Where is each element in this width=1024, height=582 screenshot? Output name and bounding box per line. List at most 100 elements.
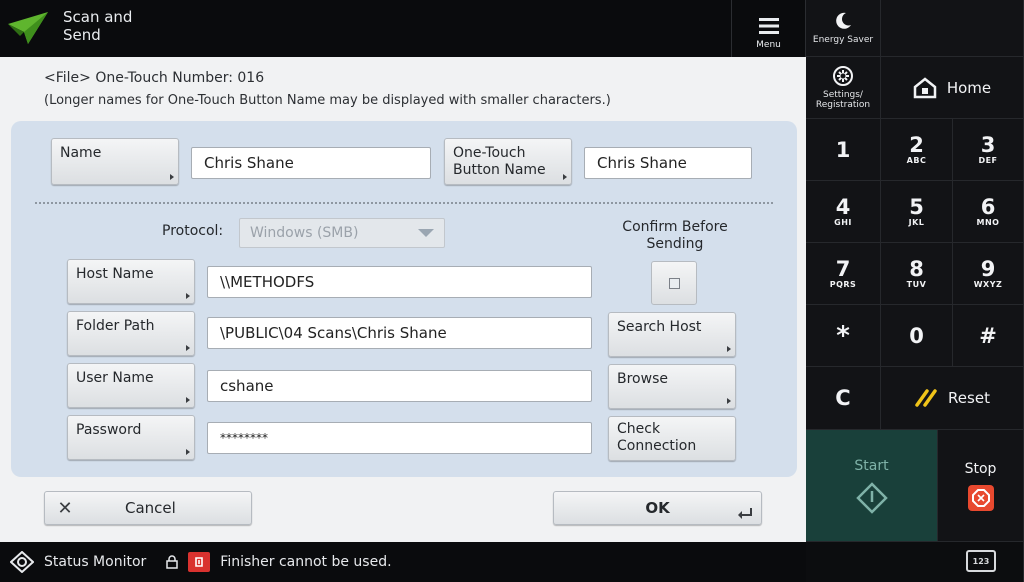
arrow-icon xyxy=(186,397,190,403)
keyboard-icon[interactable]: 123 xyxy=(966,550,996,572)
arrow-icon xyxy=(170,174,174,180)
status-monitor-button[interactable]: Status Monitor xyxy=(10,551,146,573)
key-1[interactable]: 1 xyxy=(806,119,881,181)
key-main: 5 xyxy=(909,195,924,219)
key-sub: GHI xyxy=(834,218,852,227)
confirm-before-sending-checkbox[interactable] xyxy=(651,261,697,305)
status-monitor-icon xyxy=(10,551,34,573)
protocol-label: Protocol: xyxy=(162,223,224,239)
one-touch-number-header: <File> One-Touch Number: 016 xyxy=(44,70,265,86)
home-button[interactable]: Home xyxy=(881,57,1024,119)
search-host-label: Search Host xyxy=(617,319,702,335)
key-main: 1 xyxy=(835,137,851,162)
stop-button[interactable]: Stop xyxy=(938,430,1024,542)
key-main: 2 xyxy=(909,133,924,157)
status-message: Finisher cannot be used. xyxy=(220,554,392,570)
main-area: <File> One-Touch Number: 016 (Longer nam… xyxy=(0,57,806,542)
user-name-field[interactable]: cshane xyxy=(207,370,592,402)
reset-label: Reset xyxy=(948,389,990,407)
energy-saver-label: Energy Saver xyxy=(812,35,874,45)
key-main: 3 xyxy=(980,133,996,157)
reset-button[interactable]: Reset xyxy=(881,367,1024,430)
check-connection-line2: Connection xyxy=(617,438,697,454)
folder-path-button[interactable]: Folder Path xyxy=(67,311,195,356)
arrow-icon xyxy=(563,174,567,180)
gear-icon xyxy=(833,66,853,86)
one-touch-label-line1: One-Touch xyxy=(453,145,526,161)
password-button[interactable]: Password xyxy=(67,415,195,460)
ok-button[interactable]: OK xyxy=(553,491,762,525)
right-panel: Energy Saver Settings/ Registration Home… xyxy=(806,0,1024,582)
key-sub: WXYZ xyxy=(973,280,1003,289)
host-name-field[interactable]: \\METHODFS xyxy=(207,266,592,298)
close-icon: ✕ xyxy=(57,497,73,519)
one-touch-button-name-button[interactable]: One-Touch Button Name xyxy=(444,138,572,185)
password-field[interactable]: ******** xyxy=(207,422,592,454)
start-button[interactable]: Start xyxy=(806,430,938,542)
key-5[interactable]: 5 JKL xyxy=(881,181,953,243)
arrow-icon xyxy=(727,398,731,404)
folder-path-field[interactable]: \PUBLIC\04 Scans\Chris Shane xyxy=(207,317,592,349)
key-sub: PQRS xyxy=(829,280,857,289)
energy-saver-button[interactable]: Energy Saver xyxy=(806,0,881,57)
stop-icon xyxy=(967,484,994,511)
check-connection-button[interactable]: Check Connection xyxy=(608,416,736,461)
protocol-value: Windows (SMB) xyxy=(250,225,359,241)
name-length-note: (Longer names for One-Touch Button Name … xyxy=(44,93,611,108)
home-icon xyxy=(913,76,937,98)
user-name-button[interactable]: User Name xyxy=(67,363,195,408)
key-main: 9 xyxy=(980,257,996,281)
check-connection-line1: Check xyxy=(617,421,661,437)
user-name-label: User Name xyxy=(76,370,154,386)
paper-plane-icon xyxy=(8,12,48,44)
cancel-button[interactable]: ✕ Cancel xyxy=(44,491,252,525)
key-hash[interactable]: # xyxy=(953,305,1024,367)
name-label: Name xyxy=(60,145,102,161)
host-name-button[interactable]: Host Name xyxy=(67,259,195,304)
key-8[interactable]: 8 TUV xyxy=(881,243,953,305)
settings-registration-button[interactable]: Settings/ Registration xyxy=(806,57,881,119)
key-main: # xyxy=(979,323,997,348)
key-main: 0 xyxy=(909,323,924,348)
clear-button[interactable]: C xyxy=(806,367,881,430)
key-4[interactable]: 4 GHI xyxy=(806,181,881,243)
key-7[interactable]: 7 PQRS xyxy=(806,243,881,305)
name-button[interactable]: Name xyxy=(51,138,179,185)
host-name-label: Host Name xyxy=(76,266,154,282)
protocol-select[interactable]: Windows (SMB) xyxy=(239,218,445,248)
key-2[interactable]: 2 ABC xyxy=(881,119,953,181)
arrow-icon xyxy=(186,293,190,299)
search-host-button[interactable]: Search Host xyxy=(608,312,736,357)
name-field[interactable]: Chris Shane xyxy=(191,147,431,179)
app-title: Scan and Send xyxy=(63,8,133,44)
key-sub: ABC xyxy=(906,156,927,165)
key-0[interactable]: 0 xyxy=(881,305,953,367)
finisher-error-icon xyxy=(188,552,211,572)
key-sub: TUV xyxy=(906,280,927,289)
moon-icon xyxy=(836,12,851,29)
key-star[interactable]: * xyxy=(806,305,881,367)
destination-form-panel: Name Chris Shane One-Touch Button Name C… xyxy=(11,121,797,477)
key-main: * xyxy=(836,320,850,351)
ok-label: OK xyxy=(645,499,670,517)
section-divider xyxy=(35,202,773,204)
arrow-icon xyxy=(727,346,731,352)
lock-icon xyxy=(166,555,179,569)
browse-button[interactable]: Browse xyxy=(608,364,736,409)
one-touch-label-line2: Button Name xyxy=(453,162,546,178)
menu-button[interactable]: Menu xyxy=(731,0,806,57)
menu-label: Menu xyxy=(756,40,781,50)
stop-label: Stop xyxy=(964,460,997,477)
key-3[interactable]: 3 DEF xyxy=(953,119,1024,181)
arrow-icon xyxy=(186,345,190,351)
key-main: 4 xyxy=(835,195,851,219)
key-main: 7 xyxy=(835,257,851,281)
key-6[interactable]: 6 MNO xyxy=(953,181,1024,243)
folder-path-label: Folder Path xyxy=(76,318,155,334)
start-label: Start xyxy=(854,457,889,474)
confirm-label-line2: Sending xyxy=(646,236,704,252)
key-9[interactable]: 9 WXYZ xyxy=(953,243,1024,305)
home-label: Home xyxy=(946,78,992,97)
key-main: 6 xyxy=(980,195,996,219)
one-touch-name-field[interactable]: Chris Shane xyxy=(584,147,752,179)
